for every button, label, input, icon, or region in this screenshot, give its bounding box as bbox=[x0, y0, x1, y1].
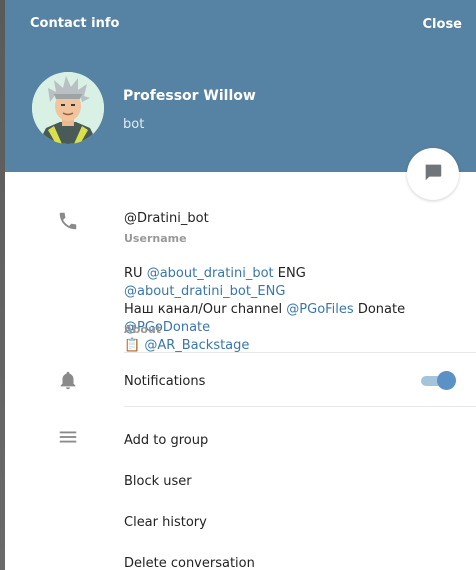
about-label: About bbox=[124, 323, 162, 336]
menu-lines-icon bbox=[57, 426, 79, 448]
notifications-toggle[interactable] bbox=[419, 371, 457, 391]
contact-status: bot bbox=[123, 117, 145, 132]
contact-name: Professor Willow bbox=[123, 88, 256, 104]
contact-info-panel: Contact info Close Professor Willow bot … bbox=[5, 0, 476, 570]
contact-info-header: Contact info Close Professor Willow bot bbox=[5, 0, 476, 172]
about-text-channel: Наш канал/Our channel bbox=[124, 302, 283, 317]
about-text-ru: RU bbox=[124, 266, 143, 281]
block-user-button[interactable]: Block user bbox=[124, 474, 192, 489]
divider bbox=[124, 352, 476, 353]
about-line-2: Наш канал/Our channel @PGoFiles Donate @… bbox=[124, 301, 464, 337]
notifications-label: Notifications bbox=[124, 374, 206, 389]
phone-icon bbox=[57, 210, 79, 232]
about-link-about-dratini-bot[interactable]: @about_dratini_bot bbox=[147, 266, 274, 281]
send-message-button[interactable] bbox=[407, 148, 459, 200]
delete-conversation-button[interactable]: Delete conversation bbox=[124, 556, 255, 570]
clear-history-button[interactable]: Clear history bbox=[124, 515, 207, 530]
username-value: @Dratini_bot bbox=[124, 211, 209, 226]
avatar[interactable] bbox=[32, 72, 104, 144]
about-link-pgofiles[interactable]: @PGoFiles bbox=[286, 302, 353, 317]
panel-title: Contact info bbox=[30, 16, 120, 31]
close-button[interactable]: Close bbox=[423, 17, 462, 32]
about-text-eng: ENG bbox=[277, 266, 306, 281]
message-icon bbox=[422, 161, 444, 187]
about-link-about-dratini-bot-eng[interactable]: @about_dratini_bot_ENG bbox=[124, 284, 285, 299]
about-line-1: RU @about_dratini_bot ENG @about_dratini… bbox=[124, 265, 464, 301]
toggle-knob bbox=[437, 371, 456, 390]
add-to-group-button[interactable]: Add to group bbox=[124, 433, 208, 448]
about-text-donate: Donate bbox=[357, 302, 406, 317]
divider bbox=[124, 406, 476, 407]
username-label: Username bbox=[124, 232, 187, 245]
about-link-ar-backstage[interactable]: @AR_Backstage bbox=[144, 338, 249, 353]
bell-icon bbox=[57, 369, 79, 391]
about-text: RU @about_dratini_bot ENG @about_dratini… bbox=[124, 265, 464, 355]
clipboard-icon: 📋 bbox=[124, 338, 141, 353]
